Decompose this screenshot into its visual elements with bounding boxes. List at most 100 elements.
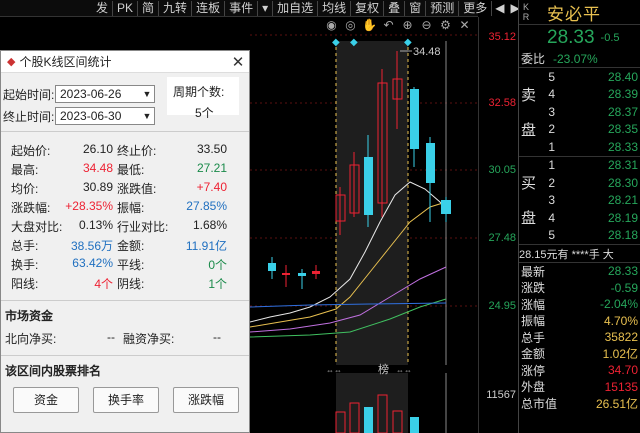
book-row[interactable]: 盘 2 28.35 — [519, 121, 640, 139]
book-row[interactable]: 3 28.21 — [519, 192, 640, 210]
stat-row: 振幅 4.70% — [519, 313, 640, 330]
ratio-row: 委比 -23.07% — [519, 50, 640, 67]
stat-label: 金额: — [117, 239, 145, 253]
book-row[interactable]: 5 28.40 — [519, 68, 640, 86]
stat-label: 总手: — [11, 239, 39, 253]
app-icon: ◆ — [7, 56, 16, 68]
change-rank-button[interactable]: 涨跌幅 — [173, 387, 239, 413]
book-side-label: 卖 — [521, 86, 537, 104]
stat-value: 27.85% — [186, 199, 227, 213]
close-button[interactable]: ✕ — [227, 53, 249, 71]
stat-row: 总手 35822 — [519, 329, 640, 346]
stat-value: 1.68% — [192, 218, 227, 232]
book-row[interactable]: 卖 4 28.39 — [519, 86, 640, 104]
toolbar-item[interactable]: 简 — [138, 0, 160, 16]
book-price: 28.18 — [607, 228, 638, 243]
stat-value: 15135 — [604, 379, 638, 394]
toolbar-item[interactable]: 预测 — [426, 0, 460, 16]
stat-row: 外盘 15135 — [519, 379, 640, 396]
book-level: 1 — [548, 158, 555, 173]
divider — [1, 131, 249, 132]
stats-grid: 起始价: 26.10 终止价: 33.50 最高: 34.48 最低: 27.21 均价: 30.… — [1, 136, 249, 292]
stat-value: 34.70 — [607, 363, 638, 378]
stat-value: 38.56万 — [70, 239, 113, 253]
quote-stats: 最新 28.33 涨跌 -0.59 涨幅 -2.04% 振幅 4.70% 总手 35822 金额 1.… — [519, 262, 640, 412]
divider — [1, 355, 249, 356]
range-start-marker: ◆ — [332, 37, 340, 48]
stat-label: 最低: — [117, 163, 145, 177]
stock-name: 安必平 — [547, 4, 601, 24]
stat-label: 金额 — [521, 347, 546, 362]
range-arrows-right: ⇔⇔ — [396, 366, 412, 375]
book-level: 5 — [548, 228, 555, 243]
stat-label: 外盘 — [521, 380, 546, 395]
prev-arrow-icon[interactable]: ◀ — [492, 1, 507, 16]
toolbar-item[interactable]: 连板 — [192, 0, 226, 16]
book-price: 28.31 — [607, 158, 638, 173]
toolbar-item[interactable]: 更多 — [459, 0, 493, 16]
end-date-select[interactable]: 2023-06-30 ▼ — [55, 107, 155, 125]
start-date-select[interactable]: 2023-06-26 ▼ — [55, 85, 155, 103]
stat-label: 最高: — [11, 163, 39, 177]
stat-value: 33.50 — [196, 142, 227, 156]
toolbar-item[interactable]: 九转 — [159, 0, 193, 16]
book-row[interactable]: 盘 4 28.19 — [519, 209, 640, 227]
stat-value: 28.33 — [607, 264, 638, 279]
book-side-label: 买 — [521, 175, 537, 193]
toolbar-item[interactable]: 事件 — [225, 0, 259, 16]
stat-value: 1.02亿 — [602, 347, 638, 362]
stat-row: 最新 28.33 — [519, 263, 640, 280]
book-row[interactable]: 5 28.18 — [519, 227, 640, 245]
period-label: 周期个数: — [173, 85, 225, 99]
fund-rank-button[interactable]: 资金 — [13, 387, 79, 413]
stat-label: 阴线: — [117, 277, 145, 291]
range-stats-dialog: ◆ 个股K线区间统计 ✕ 起始时间: 2023-06-26 ▼ 终止时间: 20… — [0, 50, 250, 433]
stat-value: 35822 — [604, 330, 638, 345]
stat-label: 大盘对比: — [11, 220, 63, 234]
toolbar-item[interactable]: 叠 — [384, 0, 406, 16]
range-end-marker: ◆ — [404, 37, 412, 48]
toolbar-item[interactable]: 加自选 — [273, 0, 319, 16]
stat-value: 1个 — [208, 277, 227, 291]
book-row[interactable]: 1 28.31 — [519, 157, 640, 175]
stat-value: 27.21 — [196, 161, 227, 175]
book-row[interactable]: 买 2 28.30 — [519, 174, 640, 192]
kline-chart[interactable]: ◆ ◆ ◆ ◆ 34.48 ⇔⇔ 榜 ⇔⇔ — [250, 17, 478, 433]
stat-value: -0.59 — [610, 280, 638, 295]
book-row[interactable]: 1 28.33 — [519, 138, 640, 156]
toolbar-item[interactable]: 均线 — [318, 0, 352, 16]
stat-row: 涨停 34.70 — [519, 362, 640, 379]
book-level: 5 — [548, 69, 555, 84]
stat-label: 振幅: — [117, 201, 145, 215]
stat-label: 涨幅 — [521, 297, 546, 312]
toolbar-item[interactable]: PK — [113, 0, 139, 16]
toolbar-item[interactable]: 复权 — [351, 0, 385, 16]
book-row[interactable]: 3 28.37 — [519, 103, 640, 121]
buy-book: 1 28.31 买 2 28.30 3 28.21 盘 4 28.19 5 28.18 — [519, 155, 640, 245]
stat-value: 26.51亿 — [595, 396, 638, 411]
turnover-rank-button[interactable]: 换手率 — [93, 387, 159, 413]
top-toolbar: 发 PK 简九转 连板 事件 ▾ 加自选 均线 复权叠窗预测 更多 ◀ ▶ — [0, 0, 520, 17]
toolbar-item[interactable]: ▾ — [258, 0, 274, 16]
price-axis: 35.12 32.58 30.05 27.48 24.95 11567 — [478, 17, 518, 433]
stat-label: 均价: — [11, 182, 39, 196]
book-price: 28.19 — [607, 210, 638, 225]
stat-value: 63.42% — [72, 256, 113, 270]
sell-book: 5 28.40 卖 4 28.39 3 28.37 盘 2 28.35 1 28.33 — [519, 67, 640, 156]
stat-value: 11.91亿 — [185, 239, 227, 253]
start-date-value: 2023-06-26 — [60, 87, 122, 101]
stat-label: 换手: — [11, 258, 39, 272]
toolbar-item[interactable]: 窗 — [405, 0, 427, 16]
book-price: 28.21 — [607, 193, 638, 208]
book-level: 3 — [548, 104, 555, 119]
price-change: -0.5 — [600, 31, 620, 44]
price-row: 28.33 -0.5 — [519, 24, 640, 50]
price-tick: 32.58 — [488, 97, 516, 109]
price-tick: 24.95 — [488, 300, 516, 312]
book-price: 28.35 — [607, 122, 638, 137]
stat-label: 涨跌值: — [117, 182, 157, 196]
stat-value: 0.13% — [78, 218, 113, 232]
code-line: K — [522, 2, 529, 12]
period-value: 5个 — [195, 106, 214, 120]
toolbar-item[interactable]: 发 — [92, 0, 114, 16]
